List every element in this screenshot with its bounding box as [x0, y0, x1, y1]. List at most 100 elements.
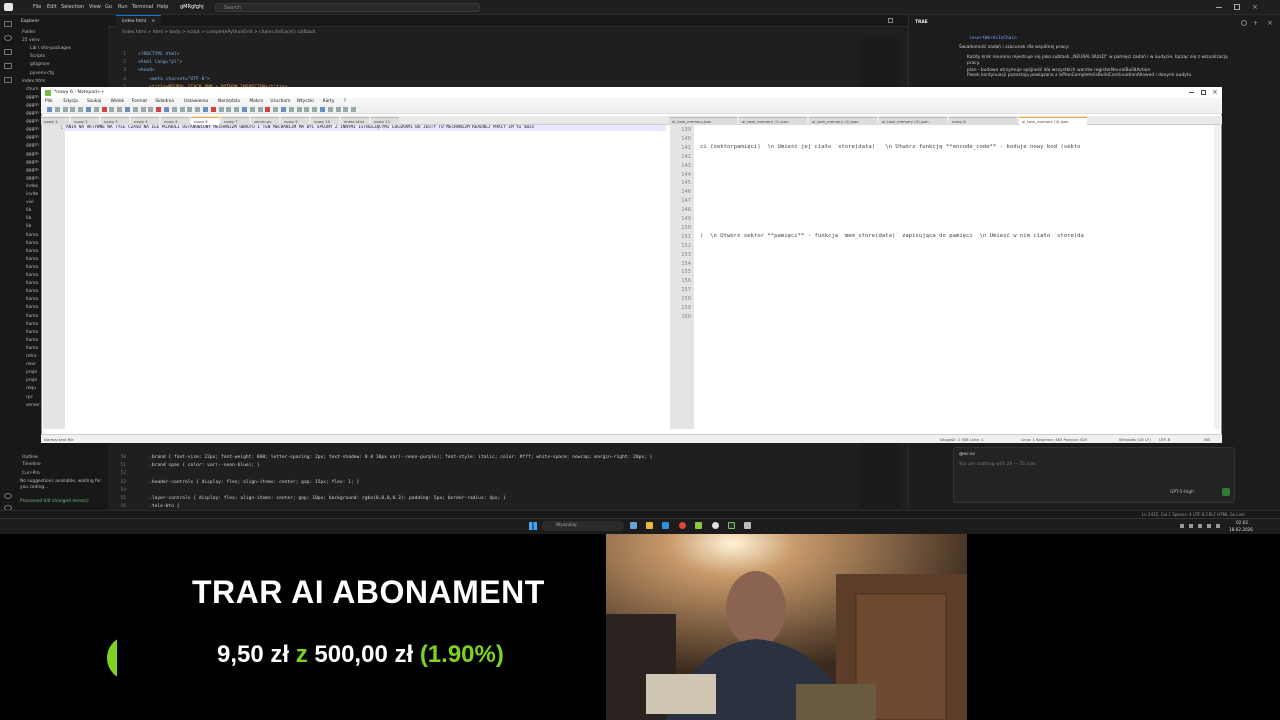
notepad-toolbar-button-icon[interactable]: [93, 107, 99, 112]
notepad-toolbar-button-icon[interactable]: [164, 107, 169, 112]
code-line[interactable]: 2 <html lang="pl">: [112, 48, 182, 65]
notepad-tab[interactable]: nowy 8: [949, 117, 1017, 125]
explorer-item[interactable]: Lib \ site-packages: [30, 46, 71, 51]
notepad-toolbar-button-icon[interactable]: [249, 107, 255, 112]
notepad-toolbar-button-icon[interactable]: [296, 107, 302, 112]
notepad-minimize-icon[interactable]: [1189, 92, 1194, 93]
menu-go[interactable]: Go: [105, 4, 112, 10]
menu-edit[interactable]: Edit: [47, 4, 57, 10]
explorer-item[interactable]: llama: [26, 346, 38, 351]
explorer-item[interactable]: llama: [26, 233, 38, 238]
vscode-icon[interactable]: [662, 522, 669, 529]
notepad-tab[interactable]: ai_task_memory (3).json: [879, 117, 947, 125]
explorer-item[interactable]: llama: [26, 273, 38, 278]
notepad-toolbar-button-icon[interactable]: [234, 107, 240, 112]
explorer-item[interactable]: invite: [26, 192, 38, 197]
notepad-tab[interactable]: ai_task_memory (1).json: [739, 117, 807, 125]
notepad-toolbar-button-icon[interactable]: [171, 107, 177, 112]
minimize-icon[interactable]: [1216, 7, 1222, 8]
notepad-menu-item[interactable]: Widok: [111, 99, 124, 104]
notepad-menu-item[interactable]: Karty: [323, 99, 335, 104]
code-line[interactable]: 54: [112, 476, 138, 493]
code-top-block[interactable]: 1 <!DOCTYPE html> 2 <html lang="pl"> 3 <head>…: [112, 40, 812, 98]
explorer-item[interactable]: gggm: [26, 152, 39, 157]
command-search[interactable]: Search: [215, 3, 480, 12]
notepad-toolbar-button-icon[interactable]: [335, 107, 341, 112]
notepad-toolbar-button-icon[interactable]: [109, 107, 115, 112]
right-scrollbar[interactable]: [1214, 125, 1220, 429]
explorer-item[interactable]: gggm: [26, 95, 39, 100]
explorer-item[interactable]: Scripts: [30, 54, 45, 59]
explorer-item[interactable]: gggm: [26, 111, 39, 116]
code-line[interactable]: 1 <!DOCTYPE html>: [112, 40, 179, 57]
notepad-menu-item[interactable]: Składnia: [155, 99, 174, 104]
explorer-item[interactable]: gggm: [26, 119, 39, 124]
notepad-tab[interactable]: nowy 1: [41, 117, 69, 125]
explorer-item[interactable]: gggm: [26, 143, 39, 148]
explorer-item[interactable]: llama: [26, 330, 38, 335]
notepad-menu-item[interactable]: Format: [132, 99, 147, 104]
explorer-item[interactable]: gggm: [26, 135, 39, 140]
notepad-menu-item[interactable]: Ustawienia: [184, 99, 208, 104]
explorer-item[interactable]: neur: [26, 362, 36, 367]
notepad-close-icon[interactable]: ×: [1212, 88, 1218, 96]
code-line[interactable]: 4 <meta charset="UTF-8">: [112, 65, 210, 82]
notepad-menu-item[interactable]: Edycja: [63, 99, 77, 104]
notepad-menu-item[interactable]: Makra: [249, 99, 263, 104]
notepad-toolbar-button-icon[interactable]: [288, 107, 294, 112]
notepad-toolbar-button-icon[interactable]: [257, 107, 263, 112]
explorer-item[interactable]: llama: [26, 338, 38, 343]
menu-run[interactable]: Run: [118, 4, 128, 10]
notepad-toolbar-button-icon[interactable]: [281, 107, 286, 112]
explorer-item[interactable]: llama: [26, 289, 38, 294]
notepad-tab[interactable]: nowy 4: [131, 117, 159, 125]
explorer-item[interactable]: index.html: [22, 79, 45, 84]
code-line[interactable]: 55 .layer-controls { display: flex; alig…: [112, 484, 505, 501]
notepad-tab[interactable]: index.html: [341, 117, 369, 125]
clock-date[interactable]: 18.02.2026: [1229, 527, 1253, 532]
chat-model-select[interactable]: GPT-5-high: [1170, 490, 1194, 495]
explorer-item[interactable]: llama: [26, 281, 38, 286]
taskbar-search[interactable]: Wyszukaj: [542, 521, 624, 531]
chat-input-box[interactable]: @ec-sv You are chatting with 28 — 5S now…: [953, 447, 1235, 503]
notepadpp-icon[interactable]: [695, 522, 702, 529]
explorer-item[interactable]: gggm: [26, 103, 39, 108]
notepad-toolbar-button-icon[interactable]: [101, 107, 107, 112]
obs-icon[interactable]: [712, 522, 719, 529]
start-icon[interactable]: [529, 522, 537, 530]
code-line[interactable]: 57 background: #4a0080; border: none; co…: [112, 500, 364, 517]
timeline-section[interactable]: Timeline: [22, 462, 41, 467]
account-icon[interactable]: [4, 493, 12, 499]
chat-history-icon[interactable]: [1241, 20, 1247, 26]
trae-icon[interactable]: [744, 522, 751, 529]
task-view-icon[interactable]: [630, 522, 637, 529]
explorer-icon[interactable]: [4, 21, 12, 27]
explorer-item[interactable]: rpc: [26, 395, 33, 400]
explorer-item[interactable]: churn: [26, 87, 39, 92]
notepad-tab[interactable]: nowy 6: [191, 117, 219, 125]
notepad-left-pane[interactable]: 1 ANIA NA AKTYWNE NA TYLE CZASU NA ILE P…: [43, 125, 666, 429]
menu-help[interactable]: Help: [157, 4, 168, 10]
file-explorer-icon[interactable]: [646, 522, 653, 529]
notepad-toolbar-button-icon[interactable]: [179, 107, 185, 112]
explorer-item[interactable]: gggm: [26, 160, 39, 165]
notepad-menu-item[interactable]: Uruchom: [270, 99, 290, 104]
notepad-toolbar-button-icon[interactable]: [210, 107, 216, 112]
notepad-toolbar-button-icon[interactable]: [86, 107, 91, 112]
chat-close-icon[interactable]: ×: [1267, 19, 1273, 27]
notepad-tab[interactable]: nowy 3: [101, 117, 129, 125]
code-bottom-block[interactable]: 50 .brand { font-size: 22px; font-weight…: [112, 443, 812, 517]
notepad-menu-item[interactable]: Szukaj: [87, 99, 101, 104]
close-icon[interactable]: ×: [1252, 3, 1258, 11]
explorer-item[interactable]: gggm: [26, 176, 39, 181]
code-line[interactable]: 56 .tele-btn {: [112, 492, 179, 509]
terminal-icon[interactable]: [728, 522, 735, 529]
chrome-icon[interactable]: [679, 522, 686, 529]
notepad-toolbar-button-icon[interactable]: [273, 107, 279, 112]
explorer-item[interactable]: gggm: [26, 127, 39, 132]
run-debug-icon[interactable]: [4, 63, 12, 69]
explorer-item[interactable]: lib: [26, 216, 31, 221]
notepad-toolbar-button-icon[interactable]: [70, 107, 76, 112]
notepad-toolbar-button-icon[interactable]: [203, 107, 208, 112]
explorer-item[interactable]: proje: [26, 378, 37, 383]
